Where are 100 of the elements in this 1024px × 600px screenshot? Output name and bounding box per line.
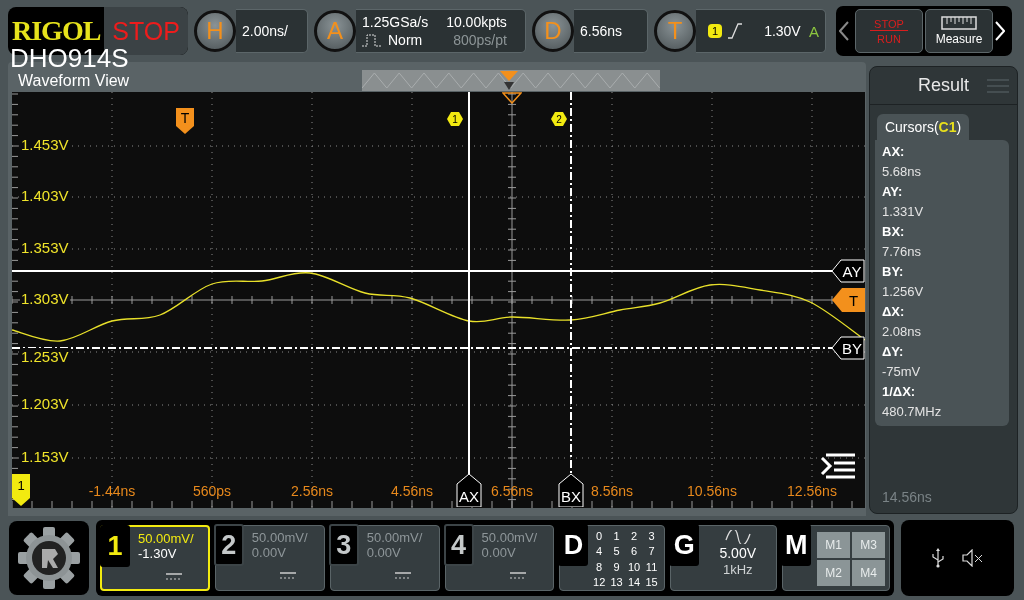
channel-offset: 0.00V (481, 545, 517, 560)
dc-coupling-icon (394, 572, 411, 580)
digital-bit: 10 (626, 560, 642, 575)
trigger-offset-icon (502, 92, 522, 104)
result-title: Result (918, 75, 969, 96)
time-label: 560ps (192, 483, 232, 499)
digital-bit: 11 (644, 560, 659, 575)
cursor-tag[interactable]: BX (558, 473, 584, 507)
channel-offset: 0.00V (366, 545, 402, 560)
channel-card[interactable]: 2 50.00mV/ 0.00V (214, 525, 325, 591)
trigger-panel[interactable]: 1 1.30V A (696, 9, 826, 53)
time-label: 12.56ns (787, 483, 837, 499)
cursor-marker: 2 (551, 111, 567, 127)
view-title: Waveform View (17, 72, 130, 91)
result-label: 1/ΔX: (882, 383, 917, 401)
time-label: 2.56ns (291, 483, 333, 499)
digital-bit: 6 (630, 545, 639, 560)
sample-rate: 1.25GSa/s (362, 14, 429, 30)
voltage-label: 1.253V (20, 348, 70, 365)
sine-icon (724, 530, 751, 544)
result-value: 7.76ns (882, 243, 923, 261)
digital-bit: 0 (595, 530, 604, 544)
menu-icon[interactable] (820, 452, 856, 480)
acquisition-mode: Norm (388, 32, 423, 48)
dc-coupling-icon (509, 572, 526, 580)
result-value: 1.331V (882, 203, 925, 221)
time-label: 4.56ns (391, 483, 433, 499)
dc-coupling-icon (279, 572, 296, 580)
digital-bit: 5 (612, 545, 621, 560)
acquisition-panel[interactable]: 1.25GSa/s Norm 10.00kpts 800ps/pt (356, 9, 526, 53)
time-label: 14.56ns (882, 489, 932, 505)
result-label: ΔX: (882, 303, 906, 321)
result-value: 1.256V (882, 283, 925, 301)
delay-panel[interactable]: 6.56ns (574, 9, 648, 53)
cursor-tag[interactable]: AY (831, 259, 865, 283)
channel-scale: 50.00mV/ (481, 530, 539, 545)
result-value: -75mV (882, 363, 922, 381)
channel-number: 2 (213, 524, 244, 566)
channel-scale: 50.00mV/ (251, 530, 309, 545)
digital-bit: 8 (595, 560, 604, 575)
trigger-level: 1.30V (764, 23, 801, 39)
result-label: AY: (882, 183, 904, 201)
ruler-icon (941, 16, 977, 30)
channel-scale: 50.00mV/ (138, 531, 195, 546)
channel-marker[interactable]: 1 (12, 474, 30, 506)
generator-frequency: 1kHz (722, 562, 753, 577)
channel-offset: -1.30V (138, 546, 178, 561)
result-label: ΔY: (882, 343, 905, 361)
gear-logo-icon[interactable] (16, 525, 82, 591)
generator-amplitude: 5.00V (719, 545, 756, 561)
pulse-icon (362, 33, 382, 47)
result-value: 480.7MHz (882, 403, 943, 421)
trigger-sweep: A (809, 22, 819, 40)
channel-offset: 0.00V (251, 545, 287, 560)
channel-scale: 50.00mV/ (366, 530, 424, 545)
cursors-tab[interactable]: Cursors(C1) (877, 114, 969, 140)
digital-card[interactable]: D 0 1 2 3 4 5 6 7 8 9 10 11 12 13 14 15 (559, 525, 666, 591)
digital-bit: 3 (647, 530, 656, 544)
digital-bit: 4 (595, 545, 604, 560)
usb-icon (931, 548, 944, 568)
cursor-tag[interactable]: BY (831, 336, 865, 360)
channel-card[interactable]: 4 50.00mV/ 0.00V (444, 525, 555, 591)
sample-interval: 800ps/pt (453, 32, 507, 48)
speaker-muted-icon[interactable] (961, 549, 984, 567)
generator-key: G (669, 524, 700, 566)
channel-number: 1 (100, 525, 130, 567)
digital-bit: 12 (592, 575, 607, 590)
generator-card[interactable]: G 5.00V 1kHz (670, 525, 778, 591)
time-label: -1.44ns (88, 483, 136, 499)
result-label: BY: (882, 263, 905, 281)
cursor-tag[interactable]: AX (456, 473, 482, 507)
result-label: AX: (882, 143, 906, 161)
trigger-source-badge: 1 (708, 24, 723, 38)
result-value: 2.08ns (882, 323, 923, 341)
rising-edge-icon (728, 23, 743, 39)
trigger-position-marker[interactable]: T (176, 108, 194, 134)
digital-bit: 2 (630, 530, 639, 544)
time-label: 10.56ns (687, 483, 737, 499)
channel-card[interactable]: 3 50.00mV/ 0.00V (329, 525, 440, 591)
time-label: 6.56ns (491, 483, 533, 499)
digital-bit: 9 (612, 560, 621, 575)
dc-coupling-icon (166, 573, 182, 581)
digital-key: D (558, 524, 589, 566)
math-key: M (781, 524, 812, 566)
cursor-marker: 1 (447, 111, 463, 127)
time-label: 8.56ns (591, 483, 633, 499)
result-value: 5.68ns (882, 163, 923, 181)
channel-number: 4 (443, 524, 474, 566)
digital-bit: 15 (644, 575, 659, 590)
timebase-panel[interactable]: 2.00ns/ (236, 9, 308, 53)
measure-button[interactable]: Measure (925, 9, 993, 53)
digital-bit: 1 (612, 530, 621, 544)
memory-depth: 10.00kpts (446, 14, 507, 30)
channel-number: 3 (328, 524, 359, 566)
trigger-level-tag[interactable]: T (832, 288, 865, 312)
result-label: BX: (882, 223, 906, 241)
channel-card[interactable]: 1 50.00mV/ -1.30V (100, 525, 210, 591)
digital-bit: 14 (626, 575, 642, 590)
digital-bit: 13 (609, 575, 624, 590)
digital-bit: 7 (647, 545, 656, 560)
